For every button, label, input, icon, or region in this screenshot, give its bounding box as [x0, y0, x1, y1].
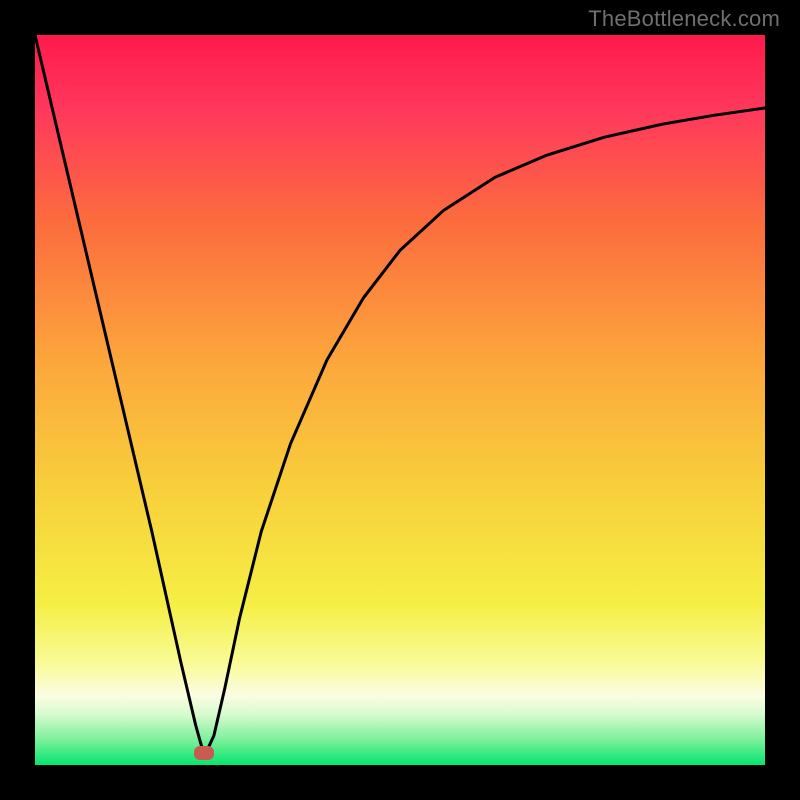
minimum-marker [194, 746, 214, 760]
watermark-text: TheBottleneck.com [588, 6, 780, 32]
plot-area [35, 35, 765, 765]
bottleneck-curve [35, 35, 765, 765]
chart-frame: TheBottleneck.com [0, 0, 800, 800]
